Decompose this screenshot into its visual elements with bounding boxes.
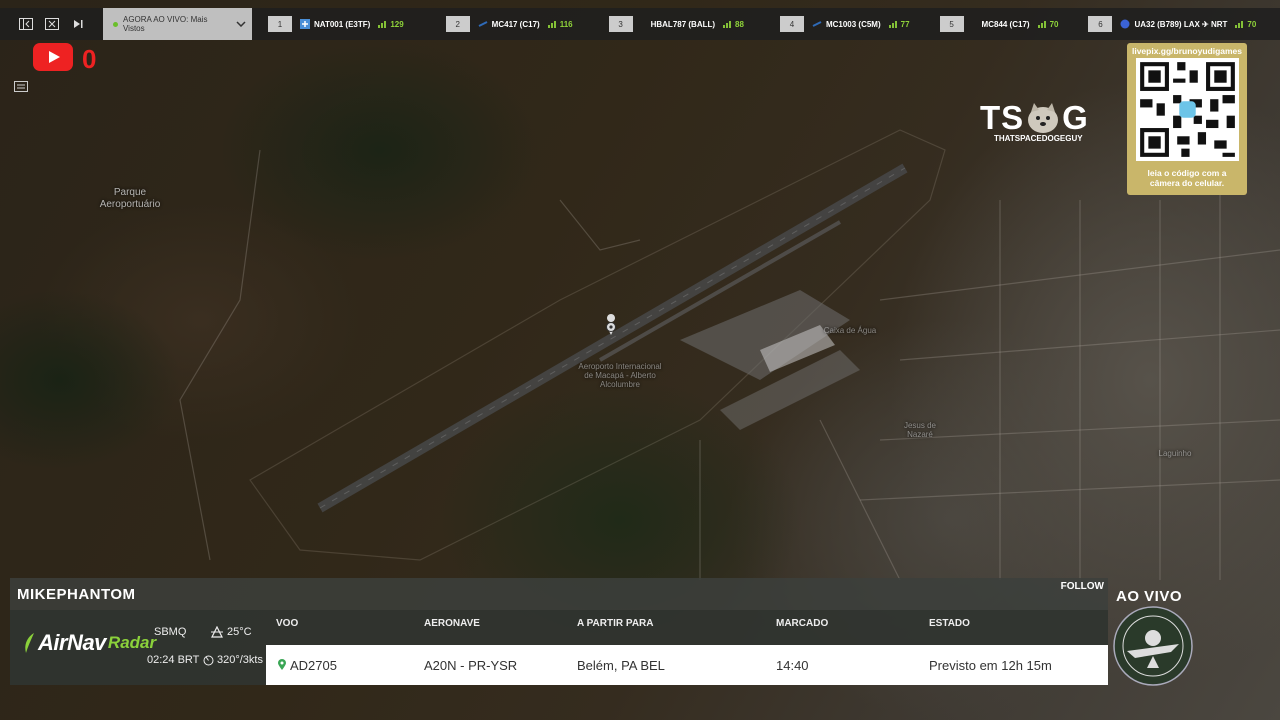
flight-table-header: VOO AERONAVE A PARTIR PARA MARCADO ESTAD… [266, 618, 1108, 640]
qr-url: livepix.gg/brunoyudigames [1131, 46, 1243, 56]
viewers-icon [888, 20, 897, 28]
flight-info-panel: MIKEPHANTOM FOLLOW AirNav Radar SBMQ 02:… [10, 578, 1108, 685]
channel-badge-icon [1113, 606, 1193, 686]
airline-logo-icon [300, 19, 310, 29]
map-label-airport: Aeroporto Internacional de Macapá - Alber… [578, 362, 662, 389]
airline-logo-icon [478, 21, 488, 27]
flight-slot-3[interactable]: 3 HBAL787 (BALL) 88 [608, 8, 744, 40]
top-bar: AGORA AO VIVO: Mais Vistos 1 NAT001 (E3T… [0, 8, 1280, 40]
youtube-counter: 0 [82, 44, 97, 74]
flight-callsign: UA32 (B789) LAX ✈ NRT [1134, 19, 1228, 29]
viewers-icon [723, 20, 731, 28]
cell-status: Previsto em 12h 15m [929, 658, 1052, 673]
close-window-icon[interactable] [39, 8, 65, 40]
cell-scheduled: 14:40 [776, 658, 809, 673]
viewers-icon [547, 20, 556, 28]
live-view-label: AGORA AO VIVO: Mais Vistos [122, 15, 208, 33]
airport-code: SBMQ [154, 626, 187, 638]
qr-donation-card[interactable]: livepix.gg/brunoyudigames leia o código … [1127, 43, 1247, 195]
local-time: 02:24 BRT [147, 654, 200, 666]
viewers-icon [1235, 20, 1244, 28]
qr-caption: leia o código com a câmera do celular. [1147, 168, 1227, 188]
viewers-icon [1037, 20, 1046, 28]
list-panel-icon[interactable] [10, 75, 32, 97]
cell-flight: AD2705 [290, 658, 337, 673]
header-scheduled: MARCADO [776, 618, 829, 629]
live-badge-label: AO VIVO [1116, 588, 1183, 605]
collapse-panel-icon[interactable] [13, 8, 39, 40]
map-label-jesus: Jesus de Nazaré [903, 421, 937, 439]
tsg-subtitle: THATSPACEDOGEGUY [994, 134, 1083, 143]
flight-slot-1[interactable]: 1 NAT001 (E3TF) 129 [268, 8, 404, 40]
slot-number: 6 [1088, 16, 1113, 32]
flight-callsign: MC1003 (C5M) [825, 19, 881, 29]
slot-number: 4 [779, 16, 804, 32]
youtube-icon[interactable] [33, 43, 73, 71]
live-view-dropdown[interactable]: AGORA AO VIVO: Mais Vistos [103, 8, 252, 40]
wind-icon [203, 655, 214, 665]
slot-number: 5 [939, 16, 964, 32]
map-label-caixa: Caixa de Água [823, 326, 877, 335]
flight-score: 129 [390, 19, 404, 29]
flight-callsign: HBAL787 (BALL) [650, 19, 716, 29]
flight-score: 70 [1247, 19, 1257, 29]
flight-score: 70 [1049, 19, 1059, 29]
airline-logo-icon [812, 21, 822, 27]
header-destination: A PARTIR PARA [577, 618, 654, 629]
airnav-logo: AirNav Radar [22, 630, 156, 656]
cell-aircraft: A20N - PR-YSR [424, 658, 518, 673]
airnav-radar: Radar [107, 633, 157, 652]
chevron-down-icon [236, 19, 246, 29]
flight-slot-4[interactable]: 4 MC1003 (C5M) 77 [779, 8, 910, 40]
airline-logo-icon [1120, 19, 1130, 29]
airnav-brand: AirNav [38, 630, 106, 655]
tsg-logo: TS G THATSPACEDOGEGUY [980, 99, 1110, 144]
map-label-park: Parque Aeroportuário [99, 187, 161, 210]
flight-score: 88 [735, 19, 744, 29]
streamer-name: MIKEPHANTOM [17, 585, 136, 603]
slot-number: 1 [268, 16, 292, 32]
slot-number: 3 [608, 16, 633, 32]
airline-marker-icon [278, 659, 286, 670]
header-aircraft: AERONAVE [424, 618, 480, 629]
live-dot-icon [113, 21, 118, 27]
qr-code-icon [1136, 58, 1239, 161]
flight-table-row[interactable]: AD2705 A20N - PR-YSR Belém, PA BEL 14:40… [266, 645, 1108, 685]
weather-temp: 25°C [210, 626, 252, 638]
flight-callsign: MC417 (C17) [491, 19, 540, 29]
tsg-text-left: TS [980, 99, 1025, 136]
flight-slot-5[interactable]: 5 MC844 (C17) 70 [939, 8, 1059, 40]
flight-score: 116 [559, 19, 573, 29]
flight-slot-2[interactable]: 2 MC417 (C17) 116 [445, 8, 573, 40]
flight-callsign: NAT001 (E3TF) [314, 19, 371, 29]
viewers-icon [378, 20, 387, 28]
airnav-leaf-icon [25, 633, 34, 653]
cell-destination: Belém, PA BEL [577, 658, 665, 673]
flight-score: 77 [900, 19, 910, 29]
map-label-laguinho: Laguinho [1158, 449, 1192, 458]
tsg-text-right: G [1062, 99, 1089, 136]
flight-slot-6[interactable]: 6 UA32 (B789) LAX ✈ NRT 70 [1088, 8, 1256, 40]
slot-number: 2 [445, 16, 470, 32]
doge-icon [1028, 103, 1059, 133]
header-status: ESTADO [929, 618, 970, 629]
header-flight: VOO [276, 618, 299, 629]
weather-wind: 320°/3kts [203, 654, 263, 666]
flight-callsign: MC844 (C17) [981, 19, 1030, 29]
cloud-icon [211, 626, 223, 638]
skip-next-icon[interactable] [65, 8, 91, 40]
follow-button[interactable]: FOLLOW [1061, 581, 1104, 592]
